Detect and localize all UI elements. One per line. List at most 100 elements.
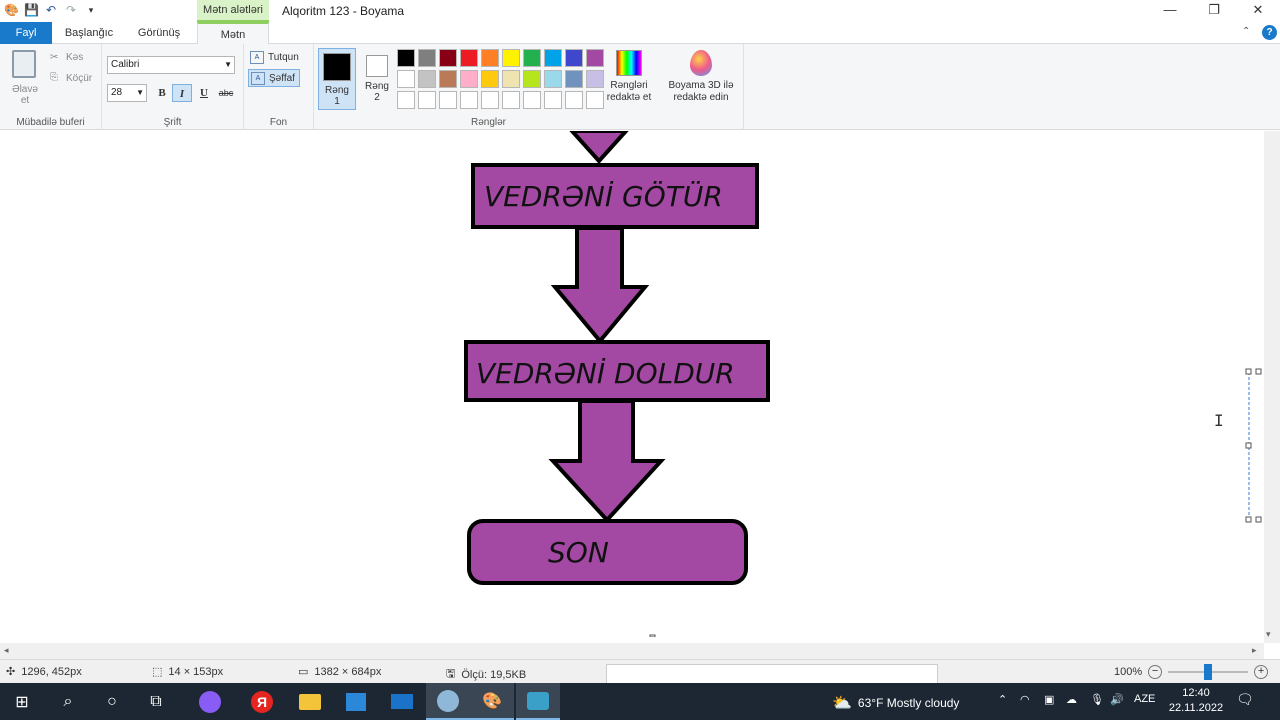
- palette-color-swatch[interactable]: [418, 70, 436, 88]
- palette-color-swatch[interactable]: [439, 49, 457, 67]
- scroll-left-icon[interactable]: ◂: [4, 645, 9, 656]
- help-icon[interactable]: ?: [1262, 25, 1277, 40]
- customize-toolbar-icon[interactable]: ▾: [84, 3, 98, 17]
- italic-button[interactable]: I: [172, 84, 192, 102]
- palette-color-swatch[interactable]: [397, 49, 415, 67]
- paste-button[interactable]: Əlavə et: [10, 84, 40, 106]
- palette-color-swatch[interactable]: [397, 70, 415, 88]
- palette-color-swatch[interactable]: [565, 91, 583, 109]
- speaker-icon[interactable]: 🔊: [1110, 693, 1124, 706]
- palette-color-swatch[interactable]: [544, 49, 562, 67]
- palette-color-swatch[interactable]: [544, 70, 562, 88]
- task-view-icon[interactable]: ⧉: [134, 683, 178, 720]
- bold-button[interactable]: B: [152, 84, 172, 102]
- zoom-slider[interactable]: [1168, 664, 1249, 680]
- language-indicator[interactable]: AZE: [1134, 693, 1155, 705]
- collapse-ribbon-icon[interactable]: ⌃: [1242, 26, 1250, 37]
- weather-widget[interactable]: ⛅ 63°F Mostly cloudy: [832, 693, 959, 713]
- palette-color-swatch[interactable]: [502, 91, 520, 109]
- scroll-down-icon[interactable]: ▾: [1266, 629, 1271, 640]
- paint-taskbar-icon[interactable]: 🎨: [470, 683, 514, 720]
- palette-color-swatch[interactable]: [439, 70, 457, 88]
- palette-color-swatch[interactable]: [481, 91, 499, 109]
- save-icon[interactable]: 💾: [24, 3, 39, 17]
- undo-icon[interactable]: ↶: [44, 3, 58, 17]
- palette-color-swatch[interactable]: [439, 91, 457, 109]
- zoom-slider-thumb[interactable]: [1204, 664, 1213, 680]
- canvas-resize-handle[interactable]: [649, 634, 656, 638]
- file-explorer-icon[interactable]: [288, 683, 332, 720]
- palette-color-swatch[interactable]: [418, 49, 436, 67]
- zoom-in-icon[interactable]: +: [1254, 665, 1269, 679]
- tab-text[interactable]: Mətn: [197, 22, 269, 45]
- opaque-option[interactable]: A Tutqun: [248, 49, 299, 67]
- palette-color-swatch[interactable]: [460, 49, 478, 67]
- cut-button[interactable]: Kəs: [66, 52, 83, 63]
- yandex-browser-icon[interactable]: Я: [240, 683, 284, 720]
- palette-color-swatch[interactable]: [523, 91, 541, 109]
- palette-color-swatch[interactable]: [460, 91, 478, 109]
- resize-handle[interactable]: [1245, 368, 1252, 375]
- palette-color-swatch[interactable]: [586, 49, 604, 67]
- windows-start-icon[interactable]: ⊞: [0, 683, 44, 720]
- drawing-canvas[interactable]: VEDRƏNİ GÖTÜR VEDRƏNİ DOLDUR SON I: [0, 129, 1264, 638]
- palette-color-swatch[interactable]: [523, 49, 541, 67]
- palette-color-swatch[interactable]: [502, 70, 520, 88]
- copy-button[interactable]: Köçür: [66, 73, 92, 84]
- underline-button[interactable]: U: [194, 84, 214, 102]
- zoom-out-icon[interactable]: −: [1148, 665, 1163, 679]
- palette-color-swatch[interactable]: [586, 70, 604, 88]
- palette-color-swatch[interactable]: [523, 70, 541, 88]
- color1-button[interactable]: Rəng 1: [318, 48, 356, 110]
- palette-color-swatch[interactable]: [544, 91, 562, 109]
- meet-now-icon[interactable]: ▣: [1044, 693, 1054, 706]
- tray-chevron-icon[interactable]: ⌃: [998, 693, 1007, 706]
- redo-icon[interactable]: ↷: [64, 3, 78, 17]
- recorder-taskbar-icon[interactable]: [516, 683, 560, 720]
- microphone-icon[interactable]: 🎙: [1090, 693, 1104, 706]
- transparent-option[interactable]: A Şəffaf: [248, 69, 300, 87]
- resize-handle[interactable]: [1255, 368, 1262, 375]
- palette-color-swatch[interactable]: [481, 70, 499, 88]
- resize-handle[interactable]: [1245, 516, 1252, 523]
- mail-icon[interactable]: [380, 683, 424, 720]
- palette-color-swatch[interactable]: [397, 91, 415, 109]
- tab-view[interactable]: Görünüş: [128, 22, 190, 44]
- onedrive-icon[interactable]: ☁: [1066, 693, 1077, 706]
- network-icon[interactable]: ◠: [1020, 693, 1030, 706]
- font-size-select[interactable]: 28 ▼: [107, 84, 147, 102]
- palette-color-swatch[interactable]: [502, 49, 520, 67]
- palette-color-swatch[interactable]: [565, 49, 583, 67]
- paint-app-icon[interactable]: 🎨: [4, 3, 19, 17]
- scroll-right-icon[interactable]: ▸: [1252, 645, 1257, 656]
- user-app-icon[interactable]: [426, 683, 470, 720]
- tab-file[interactable]: Fayl: [0, 22, 52, 44]
- palette-color-swatch[interactable]: [586, 91, 604, 109]
- edit-colors-button[interactable]: Rəngləri redaktə et: [604, 48, 654, 104]
- tab-home[interactable]: Başlanğıc: [58, 22, 120, 44]
- cortana-icon[interactable]: ○: [90, 683, 134, 720]
- palette-color-swatch[interactable]: [460, 70, 478, 88]
- copy-icon[interactable]: ⎘: [50, 72, 58, 83]
- alice-assistant-icon[interactable]: [188, 683, 232, 720]
- store-icon[interactable]: [334, 683, 378, 720]
- font-family-select[interactable]: Calibri ▼: [107, 56, 235, 74]
- resize-handle[interactable]: [1255, 516, 1262, 523]
- strikethrough-button[interactable]: abc: [216, 84, 236, 102]
- horizontal-scrollbar[interactable]: ◂ ▸: [0, 643, 1264, 659]
- notification-icon[interactable]: 🗨: [1236, 691, 1254, 708]
- minimize-button[interactable]: —: [1148, 0, 1192, 22]
- vertical-scrollbar[interactable]: ▾: [1264, 131, 1280, 643]
- palette-color-swatch[interactable]: [418, 91, 436, 109]
- close-button[interactable]: ✕: [1236, 0, 1280, 22]
- resize-handle[interactable]: [1245, 442, 1252, 449]
- cut-icon[interactable]: ✂: [50, 52, 58, 63]
- paste-icon[interactable]: [12, 50, 36, 78]
- palette-color-swatch[interactable]: [481, 49, 499, 67]
- palette-color-swatch[interactable]: [565, 70, 583, 88]
- search-icon[interactable]: ⌕: [46, 683, 90, 720]
- color2-button[interactable]: Rəng 2: [358, 48, 396, 110]
- paint3d-button[interactable]: Boyama 3D ilə redaktə edin: [664, 48, 738, 104]
- clock[interactable]: 12:40 22.11.2022: [1166, 686, 1226, 716]
- restore-button[interactable]: ❐: [1192, 0, 1236, 22]
